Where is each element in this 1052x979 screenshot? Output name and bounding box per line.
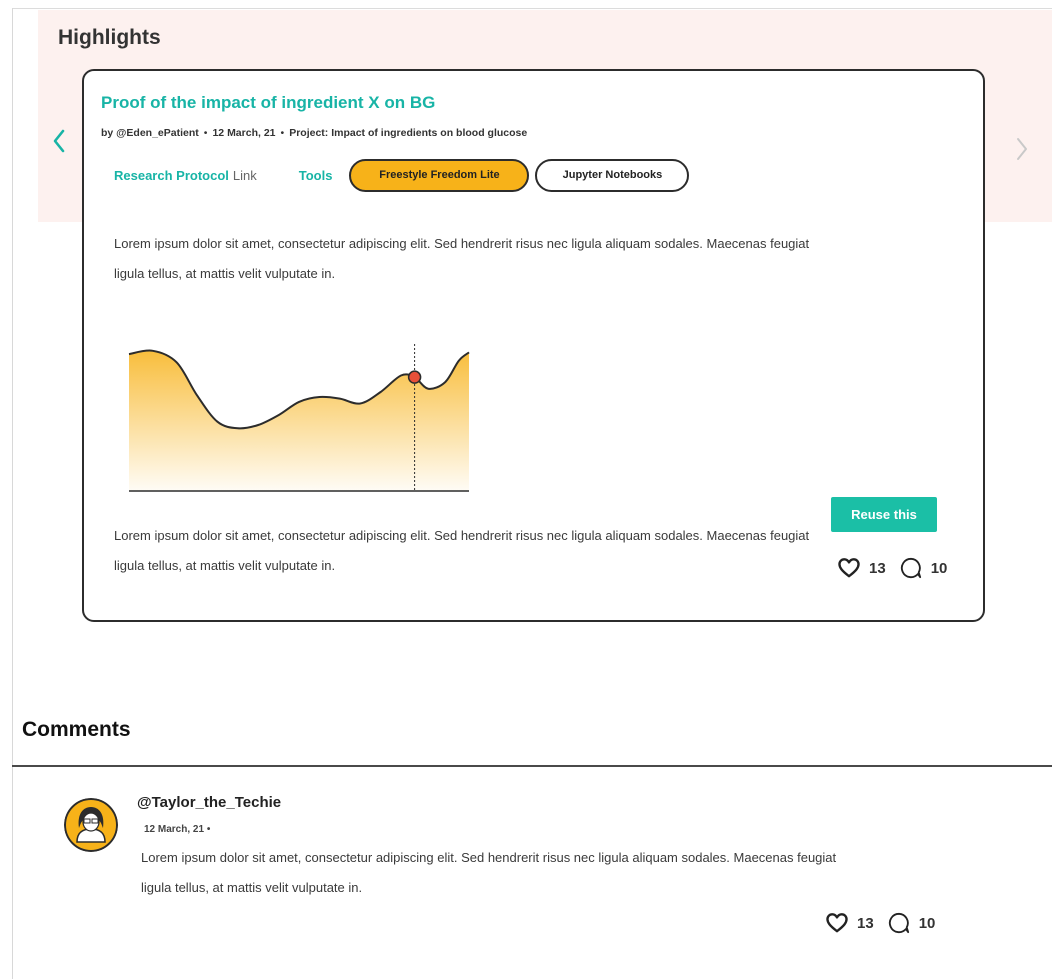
tool-tag-jupyter[interactable]: Jupyter Notebooks xyxy=(535,158,690,192)
card-paragraph-2: Lorem ipsum dolor sit amet, consectetur … xyxy=(114,528,810,573)
like-count: 13 xyxy=(869,559,886,577)
research-protocol-link[interactable]: Link xyxy=(233,168,257,183)
card-paragraph-1: Lorem ipsum dolor sit amet, consectetur … xyxy=(114,236,810,281)
chart-highlight-marker[interactable] xyxy=(407,370,422,384)
comments-divider xyxy=(12,765,1052,767)
page-top-border xyxy=(12,8,1052,9)
post-date: 12 March, 21 xyxy=(212,127,276,139)
page-left-border xyxy=(12,8,13,979)
comment-bubble-icon[interactable] xyxy=(888,912,910,934)
comments-title: Comments xyxy=(22,718,131,741)
comment-stats: 13 10 xyxy=(826,912,935,934)
comment-username[interactable]: @Taylor_the_Techie xyxy=(137,794,281,811)
card-stats: 13 10 xyxy=(838,557,947,579)
reuse-button[interactable]: Reuse this xyxy=(831,497,937,532)
byline-separator: • xyxy=(280,127,285,139)
card-byline: by @Eden_ePatient • 12 March, 21 • Project: … xyxy=(101,127,527,139)
byline-separator: • xyxy=(203,127,208,139)
project-link[interactable]: Project: Impact of ingredients on blood … xyxy=(289,127,527,139)
tools-label: Tools xyxy=(298,167,333,183)
tools-row: Research Protocol Link Tools Freestyle F… xyxy=(114,157,690,193)
carousel-prev-button[interactable] xyxy=(46,128,72,158)
comment-date: 12 March, 21 • xyxy=(144,824,211,835)
tool-tag-freestyle[interactable]: Freestyle Freedom Lite xyxy=(349,158,530,192)
like-count: 13 xyxy=(857,914,874,932)
comment-count: 10 xyxy=(918,914,936,932)
comment-text: Lorem ipsum dolor sit amet, consectetur … xyxy=(141,850,837,895)
carousel-next-button[interactable] xyxy=(1010,136,1034,166)
heart-icon[interactable] xyxy=(826,912,848,934)
research-protocol-label: Research Protocol xyxy=(114,167,229,183)
author-link[interactable]: by @Eden_ePatient xyxy=(101,127,199,139)
card-title[interactable]: Proof of the impact of ingredient X on B… xyxy=(101,93,435,113)
comment-bubble-icon[interactable] xyxy=(900,557,922,579)
chevron-right-icon xyxy=(1015,137,1029,166)
avatar[interactable] xyxy=(64,798,118,852)
glucose-chart xyxy=(124,321,474,497)
highlights-title: Highlights xyxy=(58,26,161,49)
comment-count: 10 xyxy=(930,559,948,577)
chevron-left-icon xyxy=(52,129,66,158)
heart-icon[interactable] xyxy=(838,557,860,579)
highlight-card: Proof of the impact of ingredient X on B… xyxy=(82,69,985,622)
